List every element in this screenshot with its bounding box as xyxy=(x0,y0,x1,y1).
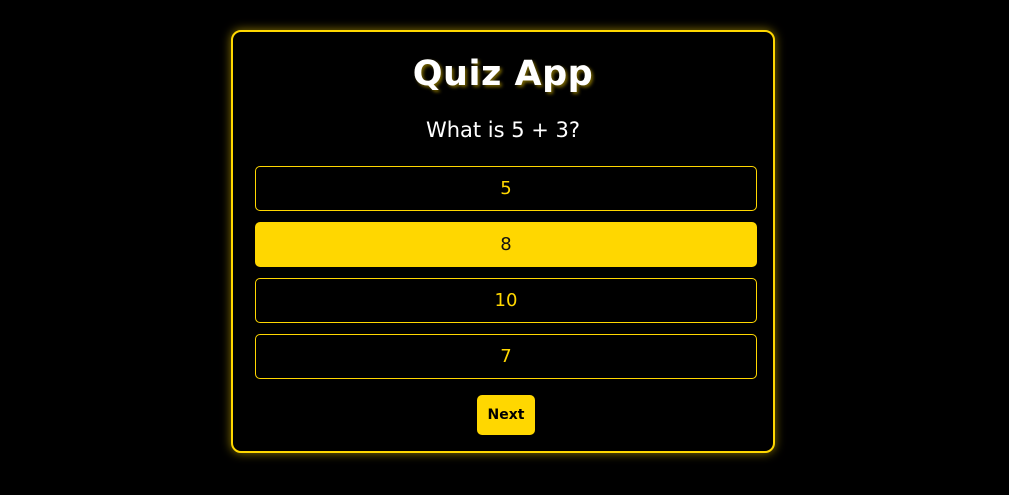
quiz-card: Quiz App What is 5 + 3? 5 8 10 7 Next xyxy=(231,30,775,453)
answer-option-8[interactable]: 8 xyxy=(255,222,757,267)
question-text: What is 5 + 3? xyxy=(425,118,581,142)
app-title: Quiz App xyxy=(412,54,594,94)
answer-option-5[interactable]: 5 xyxy=(255,166,757,211)
next-button[interactable]: Next xyxy=(477,395,535,435)
answer-option-10[interactable]: 10 xyxy=(255,278,757,323)
answer-option-7[interactable]: 7 xyxy=(255,334,757,379)
